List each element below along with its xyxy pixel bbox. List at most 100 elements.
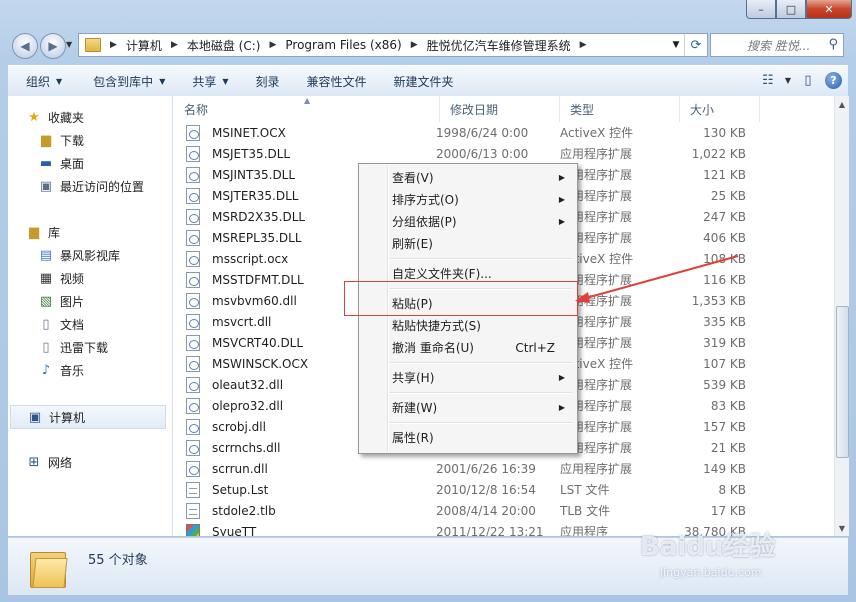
preview-pane-icon[interactable]: ▯ — [797, 69, 819, 91]
file-icon — [186, 250, 200, 267]
nav-label: 网络 — [48, 455, 73, 470]
nav-recent-places[interactable]: ▣ 最近访问的位置 — [38, 175, 144, 197]
nav-videos[interactable]: ▦ 视频 — [38, 267, 84, 289]
nav-label: 下载 — [60, 133, 85, 148]
include-in-library-button[interactable]: 包含到库中 ▼ — [71, 73, 174, 90]
breadcrumb-program-files[interactable]: Program Files (x86) — [281, 38, 405, 52]
vertical-scrollbar[interactable]: ▲ ▼ — [834, 96, 849, 536]
file-icon — [186, 124, 200, 141]
refresh-icon[interactable]: ⟳ — [684, 34, 707, 56]
column-header-date[interactable]: 修改日期 — [440, 96, 560, 122]
nav-label: 图片 — [60, 294, 85, 309]
file-row[interactable]: scrrun.dll 2001/6/26 16:39 应用程序扩展 149 KB — [174, 458, 834, 479]
menu-item-share[interactable]: 共享(H) ▶ — [361, 367, 573, 388]
nav-label: 音乐 — [60, 363, 85, 378]
thunder-folder-icon: ▯ — [42, 339, 50, 355]
file-size: 108 KB — [703, 251, 746, 266]
breadcrumb-separator-icon[interactable]: ▶ — [264, 40, 281, 50]
share-label: 共享 — [192, 74, 217, 89]
file-size: 539 KB — [703, 377, 746, 392]
menu-label: 排序方式(O) — [392, 193, 459, 207]
submenu-arrow-icon: ▶ — [558, 403, 565, 412]
menu-item-sort-by[interactable]: 排序方式(O) ▶ — [361, 189, 573, 210]
breadcrumb-separator-icon[interactable]: ▶ — [105, 40, 122, 50]
breadcrumb-separator-icon[interactable]: ▶ — [406, 40, 423, 50]
nav-label: 收藏夹 — [48, 110, 85, 125]
menu-item-new[interactable]: 新建(W) ▶ — [361, 397, 573, 418]
breadcrumb-local-disk[interactable]: 本地磁盘 (C:) — [183, 37, 265, 54]
help-icon[interactable]: ? — [825, 71, 842, 89]
recent-pages-dropdown[interactable]: ▼ — [66, 40, 72, 49]
file-size: 25 KB — [710, 188, 746, 203]
maximize-button[interactable]: □ — [776, 0, 806, 19]
breadcrumb-computer[interactable]: 计算机 — [122, 37, 166, 54]
view-options-icon[interactable]: ☷ — [757, 69, 779, 91]
menu-label: 共享(H) — [392, 371, 435, 385]
close-button[interactable]: ✕ — [806, 0, 852, 19]
nav-computer[interactable]: ▣ 计算机 — [10, 405, 166, 429]
new-folder-button[interactable]: 新建文件夹 — [376, 73, 463, 90]
scrollbar-thumb[interactable] — [836, 306, 849, 458]
menu-item-refresh[interactable]: 刷新(E) — [361, 233, 573, 254]
submenu-arrow-icon: ▶ — [558, 195, 565, 204]
column-header-size[interactable]: 大小 — [680, 96, 760, 122]
nav-documents[interactable]: ▯ 文档 — [38, 313, 84, 335]
file-icon — [186, 166, 200, 183]
file-size: 149 KB — [703, 461, 746, 476]
file-size: 247 KB — [703, 209, 746, 224]
nav-desktop[interactable]: ▬ 桌面 — [38, 152, 84, 174]
menu-item-properties[interactable]: 属性(R) — [361, 427, 573, 448]
column-header-type[interactable]: 类型 — [560, 96, 680, 122]
nav-thunder-downloads[interactable]: ▯ 迅雷下载 — [38, 336, 108, 358]
file-size: 130 KB — [703, 125, 746, 140]
nav-music[interactable]: ♪ 音乐 — [38, 359, 84, 381]
nav-label: 库 — [48, 225, 61, 240]
menu-item-paste-shortcut[interactable]: 粘贴快捷方式(S) — [361, 315, 573, 336]
compatibility-files-button[interactable]: 兼容性文件 — [289, 73, 376, 90]
nav-label: 迅雷下载 — [60, 340, 109, 355]
breadcrumb-separator-icon[interactable]: ▶ — [575, 40, 592, 50]
nav-libraries[interactable]: ▆ 库 — [26, 221, 60, 243]
menu-label: 属性(R) — [392, 431, 434, 445]
organize-button[interactable]: 组织 ▼ — [8, 73, 71, 90]
file-row[interactable]: stdole2.tlb 2008/4/14 20:00 TLB 文件 17 KB — [174, 500, 834, 521]
breadcrumb-separator-icon[interactable]: ▶ — [166, 40, 183, 50]
file-date: 2001/6/26 16:39 — [436, 461, 536, 476]
search-icon[interactable]: ⚲ — [828, 37, 838, 52]
baidu-watermark: Baidu经验 — [640, 532, 776, 562]
minimize-button[interactable]: – — [746, 0, 776, 19]
address-bar[interactable]: ▶ 计算机 ▶ 本地磁盘 (C:) ▶ Program Files (x86) … — [78, 33, 708, 57]
file-row[interactable]: MSINET.OCX 1998/6/24 0:00 ActiveX 控件 130 KB — [174, 122, 834, 143]
file-date: 2008/4/14 20:00 — [436, 503, 536, 518]
scroll-up-icon[interactable]: ▲ — [835, 96, 849, 112]
nav-label: 暴风影视库 — [60, 248, 121, 263]
file-row[interactable]: MSJET35.DLL 2000/6/13 0:00 应用程序扩展 1,022 KB — [174, 143, 834, 164]
include-label: 包含到库中 — [93, 74, 154, 89]
file-icon — [186, 355, 200, 372]
scroll-down-icon[interactable]: ▼ — [835, 520, 849, 536]
submenu-arrow-icon: ▶ — [558, 217, 565, 226]
file-type: ActiveX 控件 — [560, 126, 634, 140]
nav-label: 计算机 — [49, 410, 86, 425]
nav-pictures[interactable]: ▧ 图片 — [38, 290, 84, 312]
search-box[interactable]: 搜索 胜悦... ⚲ — [710, 33, 844, 57]
forward-arrow-icon: ▶ — [48, 39, 58, 53]
view-dropdown-icon[interactable]: ▼ — [785, 76, 791, 85]
nav-storm-video-library[interactable]: ▤ 暴风影视库 — [38, 244, 120, 266]
address-dropdown-icon[interactable]: ▼ — [667, 34, 685, 56]
back-button[interactable]: ◀ — [12, 33, 38, 59]
share-button[interactable]: 共享 ▼ — [174, 73, 237, 90]
menu-item-view[interactable]: 查看(V) ▶ — [361, 167, 573, 188]
nav-downloads[interactable]: ▆ 下载 — [38, 129, 84, 151]
menu-item-undo-rename[interactable]: 撤消 重命名(U) Ctrl+Z — [361, 337, 573, 358]
menu-item-group-by[interactable]: 分组依据(P) ▶ — [361, 211, 573, 232]
breadcrumb-current-folder[interactable]: 胜悦优亿汽车维修管理系统 — [423, 37, 575, 54]
forward-button[interactable]: ▶ — [40, 33, 66, 59]
file-icon — [186, 313, 200, 330]
nav-favorites[interactable]: ★ 收藏夹 — [26, 106, 84, 128]
nav-network[interactable]: ⊞ 网络 — [26, 451, 72, 473]
search-input[interactable]: 搜索 胜悦... — [711, 37, 810, 54]
file-row[interactable]: Setup.Lst 2010/12/8 16:54 LST 文件 8 KB — [174, 479, 834, 500]
burn-button[interactable]: 刻录 — [238, 73, 289, 90]
file-icon — [186, 460, 200, 477]
